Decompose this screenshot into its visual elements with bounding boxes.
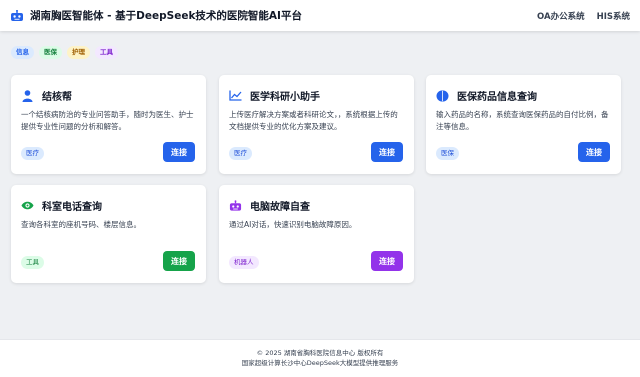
app-title: 湖南胸医智能体 - 基于DeepSeek技术的医院智能AI平台 (30, 10, 302, 22)
category-badge: 机器人 (229, 256, 259, 269)
connect-button[interactable]: 连接 (163, 251, 195, 271)
brain-icon (436, 89, 449, 102)
connect-button[interactable]: 连接 (371, 251, 403, 271)
filter-tag-insurance[interactable]: 医保 (39, 46, 62, 59)
filter-tag-nursing[interactable]: 护理 (67, 46, 90, 59)
filter-tags: 信息 医保 护理 工具 (11, 46, 118, 59)
app-card-research-assistant: 医学科研小助手 上传医疗解决方案或者科研论文，，系统根据上传的文档提供专业的优化… (219, 75, 414, 174)
category-badge: 医疗 (229, 147, 252, 160)
page-footer: © 2025 湖南省胸科医院信息中心 版权所有 国家超级计算长沙中心DeepSe… (0, 339, 640, 377)
card-description: 查询各科室的座机号码、楼层信息。 (21, 220, 141, 229)
copyright-text: © 2025 湖南省胸科医院信息中心 版权所有 (256, 349, 384, 357)
robot-icon (229, 199, 242, 212)
chart-line-icon (229, 89, 242, 102)
filter-tag-info[interactable]: 信息 (11, 46, 34, 59)
card-title: 结核帮 (42, 92, 72, 103)
app-card-drug-query: 医保药品信息查询 输入药品的名称，系统查询医保药品的自付比例，备注等信息。 医保… (426, 75, 621, 174)
category-badge: 工具 (21, 256, 44, 269)
card-title: 医学科研小助手 (250, 92, 320, 103)
app-card-pc-troubleshoot: 电脑故障自查 通过AI对话，快速识别电脑故障原因。 机器人 连接 (219, 185, 414, 283)
filter-tag-tools[interactable]: 工具 (95, 46, 118, 59)
card-title: 电脑故障自查 (250, 202, 310, 213)
robot-icon (11, 9, 23, 21)
top-header: 湖南胸医智能体 - 基于DeepSeek技术的医院智能AI平台 OA办公系统 H… (0, 0, 640, 31)
connect-button[interactable]: 连接 (163, 142, 195, 162)
app-card-phone-query: 科室电话查询 查询各科室的座机号码、楼层信息。 工具 连接 (11, 185, 206, 283)
card-title: 医保药品信息查询 (457, 92, 537, 103)
card-description: 通过AI对话，快速识别电脑故障原因。 (229, 220, 357, 229)
card-title: 科室电话查询 (42, 202, 102, 213)
service-credit-text: 国家超级计算长沙中心DeepSeek大模型提供推理服务 (241, 359, 399, 367)
top-nav: OA办公系统 HIS系统 (537, 10, 630, 22)
category-badge: 医疗 (21, 147, 44, 160)
connect-button[interactable]: 连接 (578, 142, 610, 162)
user-icon (21, 89, 34, 102)
card-description: 输入药品的名称，系统查询医保药品的自付比例，备注等信息。 (436, 110, 609, 131)
category-badge: 医保 (436, 147, 459, 160)
card-description: 上传医疗解决方案或者科研论文，，系统根据上传的文档提供专业的优化方案及建议。 (229, 110, 398, 131)
nav-link-oa[interactable]: OA办公系统 (537, 10, 585, 22)
connect-button[interactable]: 连接 (371, 142, 403, 162)
card-description: 一个结核病防治的专业问答助手，随时为医生、护士提供专业性问题的分析和解答。 (21, 110, 194, 131)
eye-icon (21, 199, 34, 212)
app-card-tb-help: 结核帮 一个结核病防治的专业问答助手，随时为医生、护士提供专业性问题的分析和解答… (11, 75, 206, 174)
nav-link-his[interactable]: HIS系统 (597, 10, 630, 22)
